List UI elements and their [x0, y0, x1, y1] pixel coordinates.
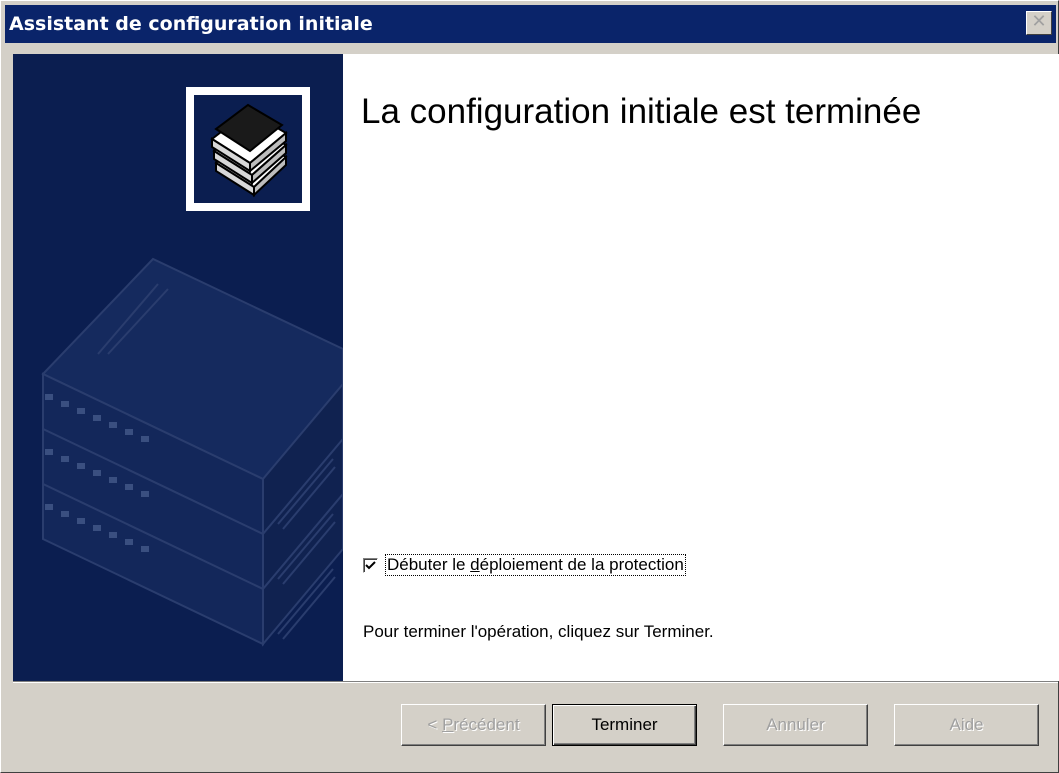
previous-button[interactable]: < Précédent — [401, 704, 546, 746]
finish-instruction: Pour terminer l'opération, cliquez sur T… — [363, 622, 714, 641]
page-title: La configuration initiale est terminée — [361, 92, 922, 131]
help-button[interactable]: Aide — [894, 704, 1039, 746]
label-mnemonic: d — [470, 555, 480, 574]
label-part: éploiement de la protection — [479, 555, 684, 574]
footer-separator — [13, 681, 1058, 683]
prev-arrow-text: < — [427, 715, 443, 734]
deploy-protection-option[interactable]: Débuter le déploiement de la protection — [363, 554, 686, 576]
close-button[interactable]: ✕ — [1026, 11, 1052, 35]
cancel-button[interactable]: Annuler — [723, 704, 868, 746]
wizard-window: Assistant de configuration initiale ✕ La… — [0, 0, 1059, 773]
deploy-protection-checkbox[interactable] — [363, 557, 378, 573]
title-bar[interactable]: Assistant de configuration initiale ✕ — [5, 5, 1056, 43]
label-part: Débuter le — [387, 555, 471, 574]
checkmark-icon — [365, 560, 376, 569]
book-stack-icon — [194, 95, 302, 203]
finish-button[interactable]: Terminer — [552, 704, 697, 746]
wizard-icon-frame — [186, 87, 310, 211]
window-title: Assistant de configuration initiale — [9, 13, 373, 35]
wizard-content-panel: La configuration initiale est terminée D… — [343, 54, 1059, 681]
wizard-side-panel — [13, 54, 343, 681]
prev-mnemonic: P — [442, 715, 454, 734]
close-icon: ✕ — [1031, 11, 1047, 32]
prev-label: récédent — [453, 715, 520, 734]
deploy-protection-label[interactable]: Débuter le déploiement de la protection — [385, 554, 686, 576]
